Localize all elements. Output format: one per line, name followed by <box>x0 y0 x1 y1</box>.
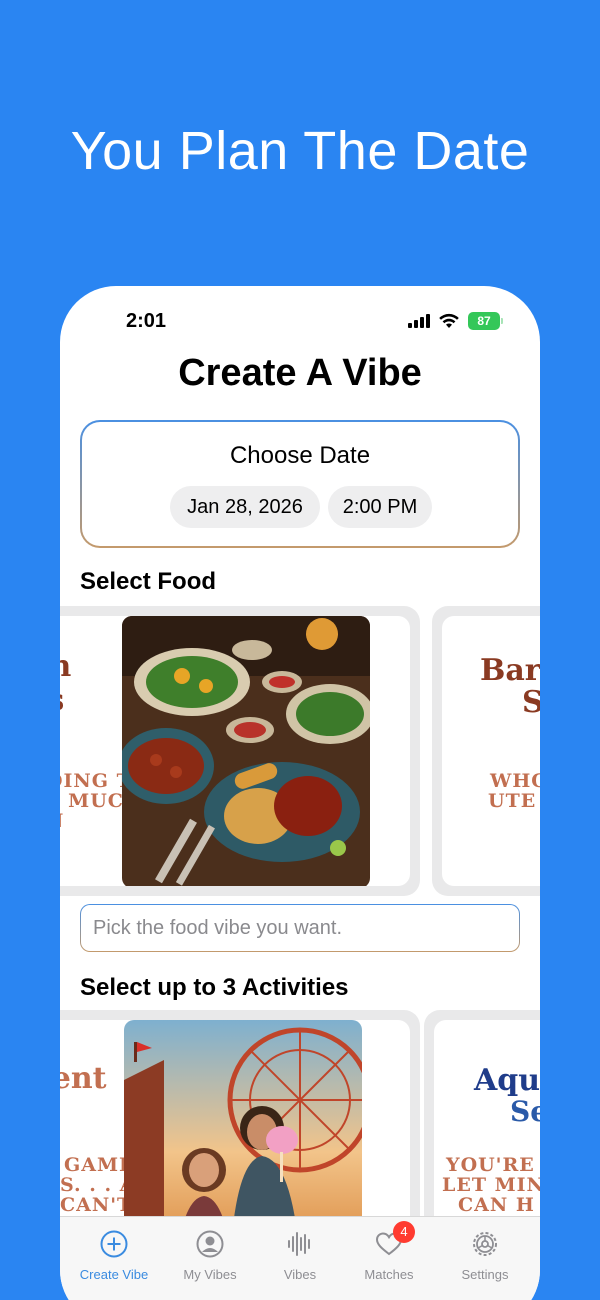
date-picker-button[interactable]: Jan 28, 2026 <box>170 486 320 528</box>
food-card-title-line: S <box>522 685 540 720</box>
food-card-text-line: N <box>60 811 64 832</box>
wifi-icon <box>439 313 459 328</box>
choose-date-card: Choose Date Jan 28, 2026 2:00 PM <box>80 420 520 548</box>
food-vibe-input[interactable] <box>80 904 520 952</box>
food-card[interactable]: an ys DING TO Y MUCH N <box>60 606 420 896</box>
waveform-icon <box>288 1232 310 1256</box>
plus-circle-icon <box>100 1230 128 1258</box>
tab-my-vibes[interactable]: My Vibes <box>162 1217 258 1297</box>
tab-vibes[interactable]: Vibes <box>252 1217 348 1297</box>
time-picker-button[interactable]: 2:00 PM <box>328 486 432 528</box>
food-card-text-line: WHO <box>490 770 540 792</box>
food-platter-image <box>122 616 370 886</box>
tab-bar: Create Vibe My Vibes Vibes 4 Matches Set… <box>60 1216 540 1300</box>
food-card[interactable]: Bar S WHO UTE <box>432 606 540 896</box>
activity-card-text-line: CAN'T <box>60 1194 133 1216</box>
status-time: 2:01 <box>126 310 167 332</box>
select-food-title: Select Food <box>80 568 217 595</box>
status-bar: 2:01 87 <box>60 310 540 334</box>
matches-badge: 4 <box>393 1221 415 1243</box>
activity-card-title-line: Aqu <box>474 1063 540 1098</box>
battery-icon: 87 <box>468 312 503 330</box>
activity-card-text-line: LET MIN <box>442 1174 540 1196</box>
select-activities-title: Select up to 3 Activities <box>80 974 349 1001</box>
activities-carousel[interactable]: ment s GAMES, S. . . AND CAN'T <box>60 1010 540 1270</box>
activity-card-text-line: CAN H <box>458 1194 535 1216</box>
tab-label: Settings <box>461 1267 509 1282</box>
activity-card-title-line: ment <box>60 1061 107 1096</box>
food-card-title-line: ys <box>60 686 64 716</box>
person-circle-icon <box>196 1230 224 1258</box>
tab-label: Create Vibe <box>79 1267 149 1282</box>
tab-label: Matches <box>364 1267 414 1282</box>
activity-card-text-line: YOU'RE I <box>446 1154 540 1176</box>
gear-icon <box>473 1232 497 1256</box>
choose-date-title: Choose Date <box>229 442 371 469</box>
food-card-title-line: an <box>60 649 72 684</box>
tab-settings[interactable]: Settings <box>437 1217 533 1297</box>
page-title: Create A Vibe <box>178 352 422 394</box>
tab-create-vibe[interactable]: Create Vibe <box>66 1217 162 1297</box>
food-carousel[interactable]: an ys DING TO Y MUCH N <box>60 606 540 896</box>
food-card-content: an ys DING TO Y MUCH N <box>60 616 410 886</box>
food-card-content: Bar S WHO UTE <box>442 616 540 886</box>
status-icons: 87 <box>408 312 503 330</box>
tab-label: My Vibes <box>183 1267 237 1282</box>
food-card-text-line: UTE <box>488 790 537 812</box>
cellular-signal-icon <box>408 314 430 328</box>
tab-label: Vibes <box>283 1267 317 1282</box>
activity-card-title-line: Se <box>510 1095 540 1128</box>
promo-headline: You Plan The Date <box>70 121 530 181</box>
tab-matches[interactable]: 4 Matches <box>341 1217 437 1297</box>
food-card-title-line: Bar <box>480 653 540 688</box>
phone-screen: 2:01 87 Create A Vibe Choose Date Jan 28… <box>60 286 540 1300</box>
